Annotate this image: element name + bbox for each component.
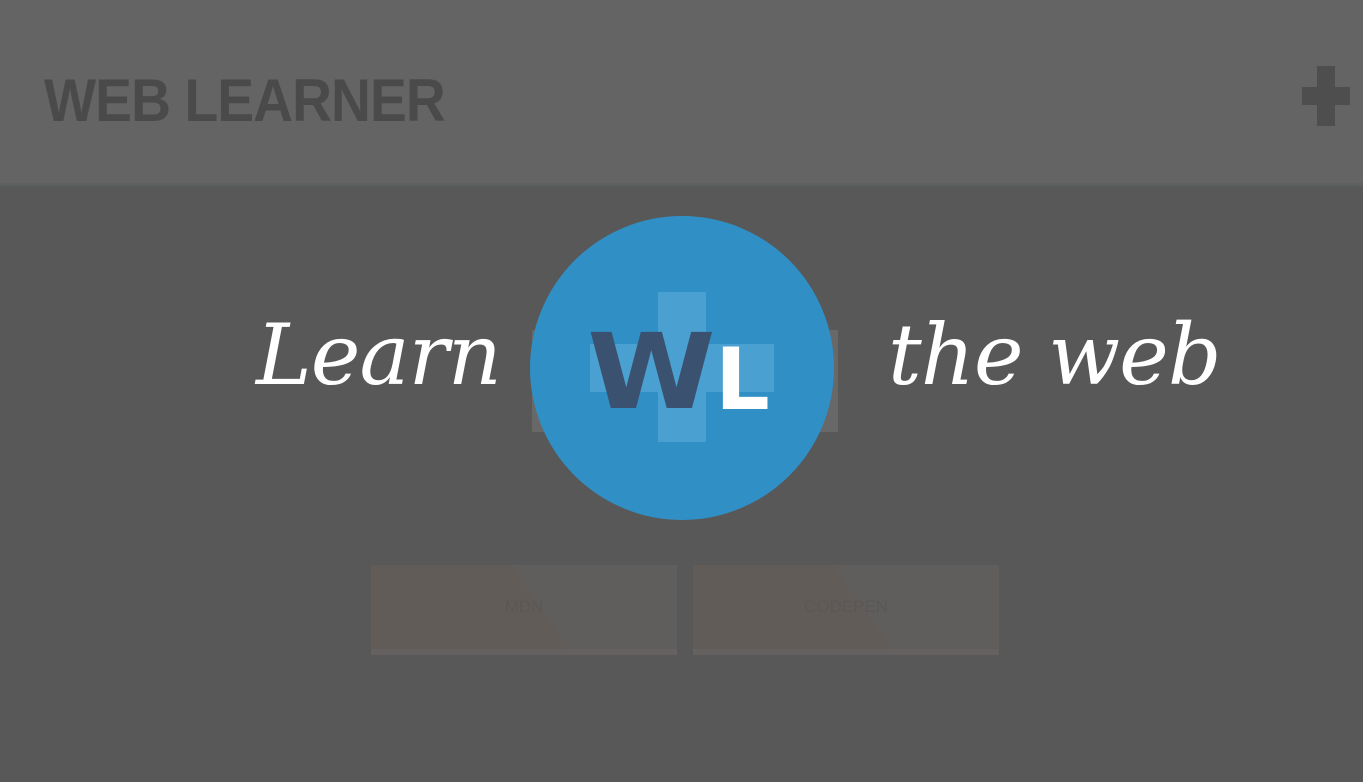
tagline-learn: Learn xyxy=(256,306,502,404)
add-button[interactable] xyxy=(1300,64,1352,128)
site-title: WEB LEARNER xyxy=(44,67,446,134)
plus-icon-horizontal-bar xyxy=(1302,87,1350,105)
web-learner-logo: WL xyxy=(530,216,834,520)
codepen-link-tile[interactable]: CODEPEN xyxy=(693,565,999,655)
tagline-the-web: the web xyxy=(888,306,1222,404)
logo-letter-l: L xyxy=(714,330,770,430)
logo-monogram: WL xyxy=(530,312,834,440)
app-root: WEB LEARNER MDN CODEPEN Learn WL the web xyxy=(0,0,1363,782)
app-header: WEB LEARNER xyxy=(0,0,1363,186)
mdn-tile-label: MDN xyxy=(504,597,544,616)
codepen-tile-label: CODEPEN xyxy=(803,597,889,616)
mdn-link-tile[interactable]: MDN xyxy=(371,565,677,655)
logo-letter-w: W xyxy=(587,311,716,433)
